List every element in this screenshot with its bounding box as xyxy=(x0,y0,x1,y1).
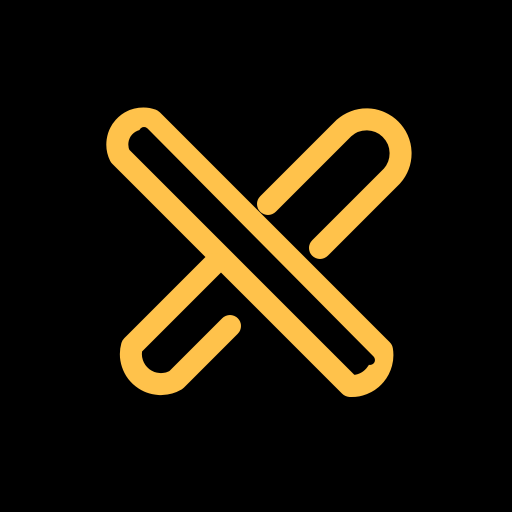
app-icon-canvas xyxy=(0,0,512,512)
x-logo-icon xyxy=(106,107,412,397)
x-logo-upper-arm xyxy=(257,108,412,259)
x-logo-lower-arm xyxy=(119,253,241,396)
x-logo-main-diagonal xyxy=(106,107,394,397)
